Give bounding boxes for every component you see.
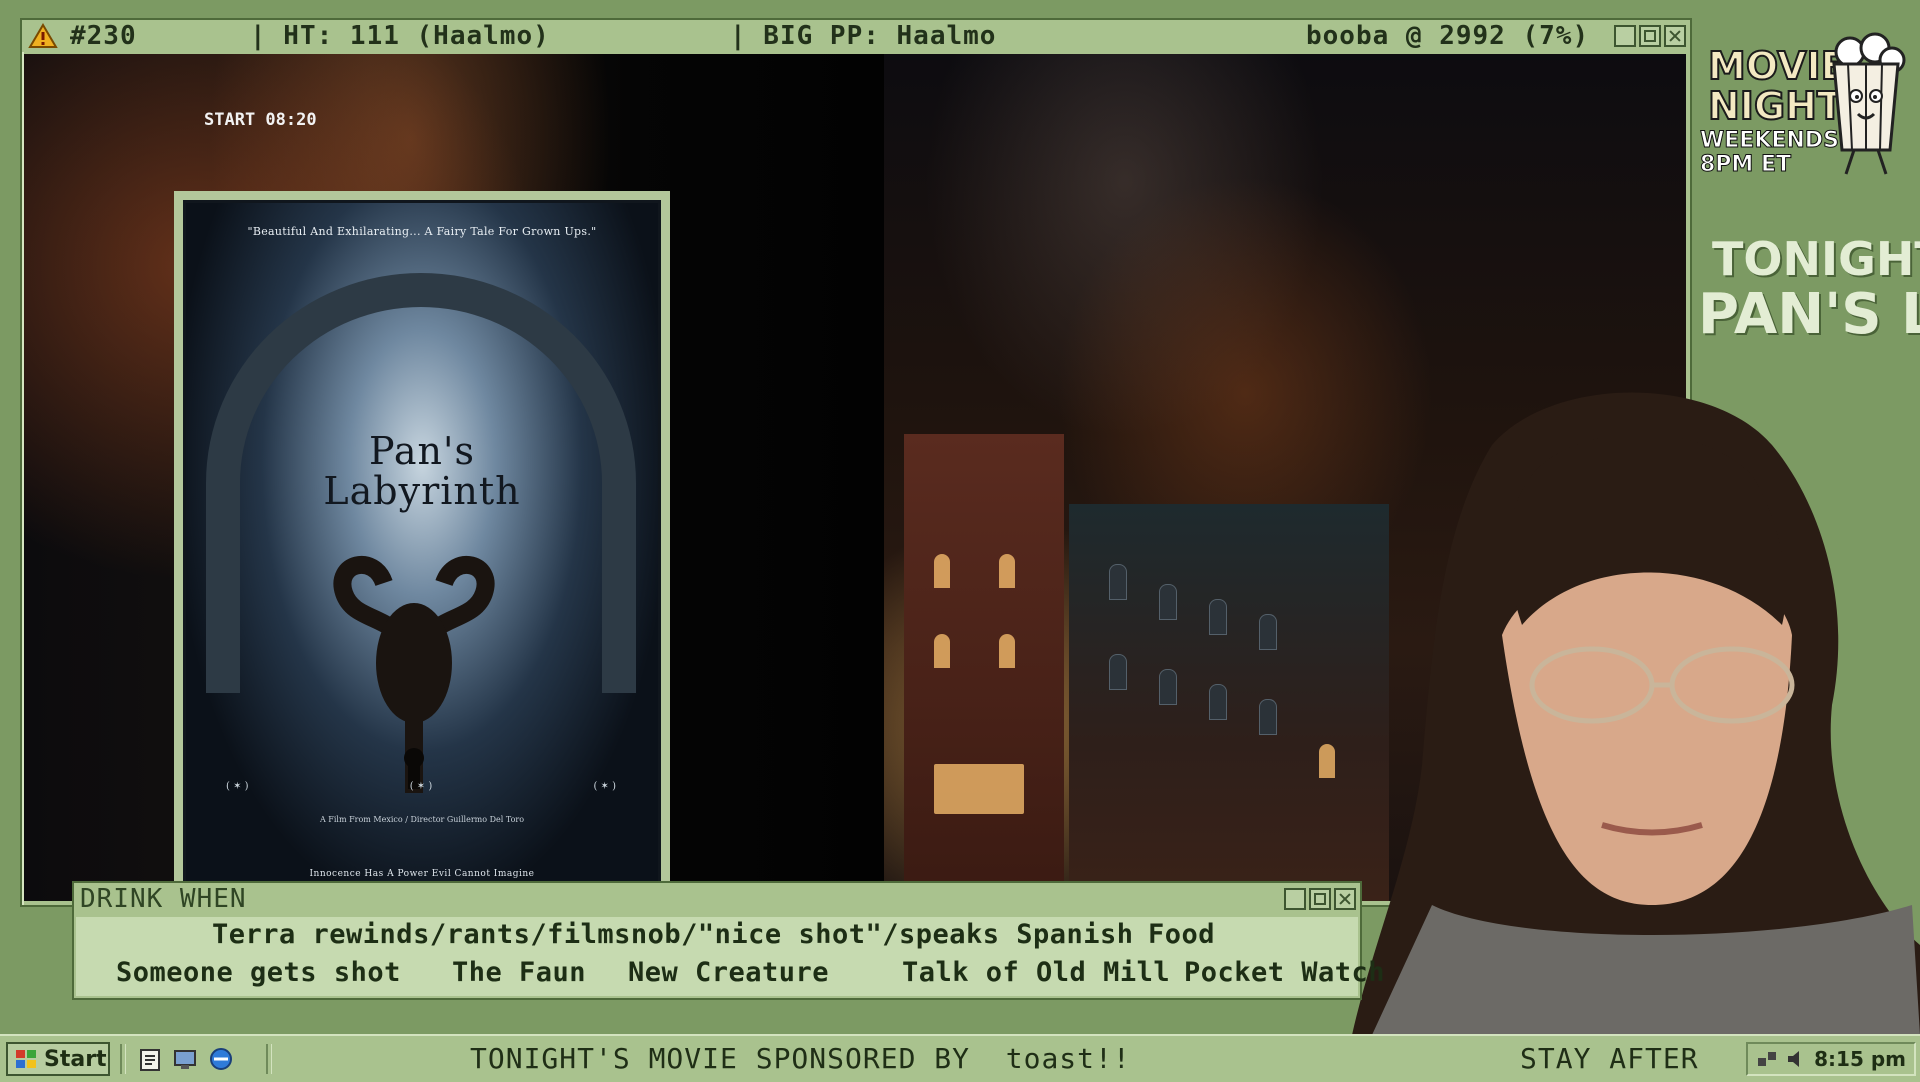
booba-counter: booba @ 2992 (7%): [1306, 21, 1590, 51]
system-tray: 8:15 pm: [1746, 1042, 1916, 1076]
drink-window-controls: [1284, 888, 1356, 910]
stay-after-ticker: STAY AFTER: [1520, 1042, 1699, 1075]
video-titlebar: #230 | HT: 111 (Haalmo) | BIG PP: Haalmo…: [22, 20, 1690, 52]
start-label: Start: [44, 1046, 107, 1072]
poster-tree-illustration: [333, 556, 495, 793]
start-button[interactable]: Start: [6, 1042, 110, 1076]
ht-counter: | HT: 111 (Haalmo): [250, 21, 550, 51]
taskbar-separator: [120, 1044, 126, 1074]
tonight-movie-title: PAN'S LA: [1698, 282, 1920, 347]
drink-rule: The Faun: [452, 957, 587, 988]
drink-rule: Terra rewinds/rants/filmsnob/"nice shot"…: [212, 919, 1134, 950]
poster-title-line1: Pan's: [369, 429, 475, 473]
big-pp-label: | BIG PP: Haalmo: [730, 21, 997, 51]
drink-rule: New Creature: [628, 957, 830, 988]
drink-rule: Talk of Old Mill: [902, 957, 1171, 988]
building-red: [904, 434, 1064, 901]
building-dark: [1069, 504, 1389, 901]
poster-title: Pan's Labyrinth: [186, 431, 658, 511]
movie-poster: "Beautiful And Exhilarating... A Fairy T…: [183, 200, 661, 891]
drink-rules-list: Terra rewinds/rants/filmsnob/"nice shot"…: [76, 917, 1385, 996]
logo-line-time: 8PM ET: [1699, 152, 1792, 178]
episode-number: #230: [70, 21, 137, 51]
warning-icon: [28, 23, 58, 48]
drink-window-title: DRINK WHEN: [80, 884, 247, 914]
drink-rule: Pocket Watch: [1184, 957, 1386, 988]
maximize-button[interactable]: [1639, 25, 1661, 47]
drink-rule: Someone gets shot: [116, 957, 401, 988]
video-window-controls: [1614, 25, 1686, 47]
logo-line-weekends: WEEKENDS: [1700, 128, 1840, 154]
drink-when-window: DRINK WHEN Terra rewinds/rants/filmsnob/…: [72, 881, 1385, 1000]
windows-logo-icon: [16, 1050, 36, 1068]
poster-title-line2: Labyrinth: [323, 469, 521, 513]
streamer-webcam: [1352, 392, 1920, 1035]
taskbar-separator: [266, 1044, 272, 1074]
volume-icon[interactable]: [1786, 1048, 1806, 1070]
poster-quote: "Beautiful And Exhilarating... A Fairy T…: [247, 225, 597, 238]
drink-rule: Food: [1148, 919, 1216, 950]
network-icon[interactable]: [1756, 1048, 1778, 1070]
desktop-icon[interactable]: [172, 1046, 198, 1072]
taskbar: Start TONIGHT'S MOVIE SPONSORED BY toast…: [0, 1034, 1920, 1082]
notepad-icon[interactable]: [138, 1046, 164, 1072]
minimize-button[interactable]: [1614, 25, 1636, 47]
poster-credit: A Film From Mexico / Director Guillermo …: [319, 815, 525, 824]
drink-close-button[interactable]: [1334, 888, 1356, 910]
drink-titlebar: DRINK WHEN: [74, 883, 1360, 915]
start-timer: START 08:20: [204, 110, 317, 130]
poster-tagline: Innocence Has A Power Evil Cannot Imagin…: [309, 869, 535, 879]
poster-laurels: ( ✶ )( ✶ )( ✶ ): [226, 781, 616, 792]
taskbar-clock: 8:15 pm: [1814, 1047, 1906, 1071]
close-button[interactable]: [1664, 25, 1686, 47]
tonight-label: TONIGHT:: [1712, 232, 1920, 286]
drink-maximize-button[interactable]: [1309, 888, 1331, 910]
movie-poster-frame: "Beautiful And Exhilarating... A Fairy T…: [174, 191, 670, 900]
internet-explorer-icon[interactable]: [208, 1046, 234, 1072]
drink-minimize-button[interactable]: [1284, 888, 1306, 910]
popcorn-mascot-icon: [1832, 32, 1906, 175]
sponsor-ticker: TONIGHT'S MOVIE SPONSORED BY toast!!: [470, 1042, 1131, 1075]
